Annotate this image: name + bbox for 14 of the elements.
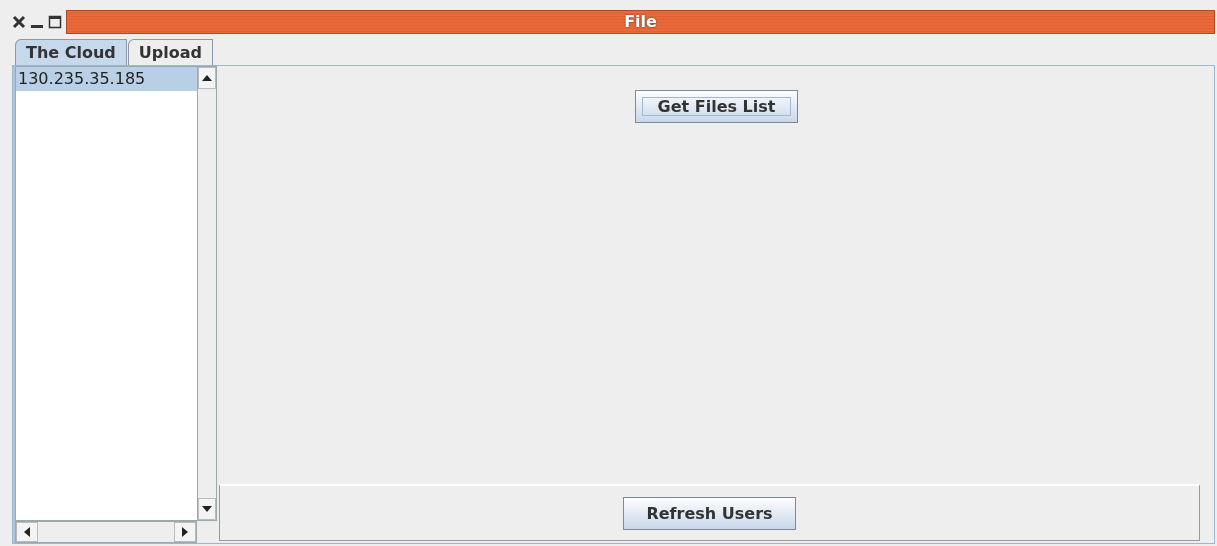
vertical-scrollbar[interactable] <box>197 66 217 521</box>
scroll-up-icon[interactable] <box>202 75 212 81</box>
get-files-list-button[interactable]: Get Files List <box>634 90 799 123</box>
scroll-left-icon[interactable] <box>24 527 30 537</box>
close-icon[interactable] <box>12 15 26 29</box>
tab[interactable]: The Cloud <box>15 39 127 65</box>
maximize-icon[interactable] <box>48 15 62 29</box>
horizontal-scrollbar[interactable] <box>15 521 197 543</box>
list-item[interactable]: 130.235.35.185 <box>16 67 197 91</box>
refresh-users-button[interactable]: Refresh Users <box>623 496 796 530</box>
window-title: File <box>66 10 1215 34</box>
scroll-right-icon[interactable] <box>182 527 188 537</box>
scroll-down-icon[interactable] <box>202 506 212 512</box>
tab[interactable]: Upload <box>127 39 213 65</box>
